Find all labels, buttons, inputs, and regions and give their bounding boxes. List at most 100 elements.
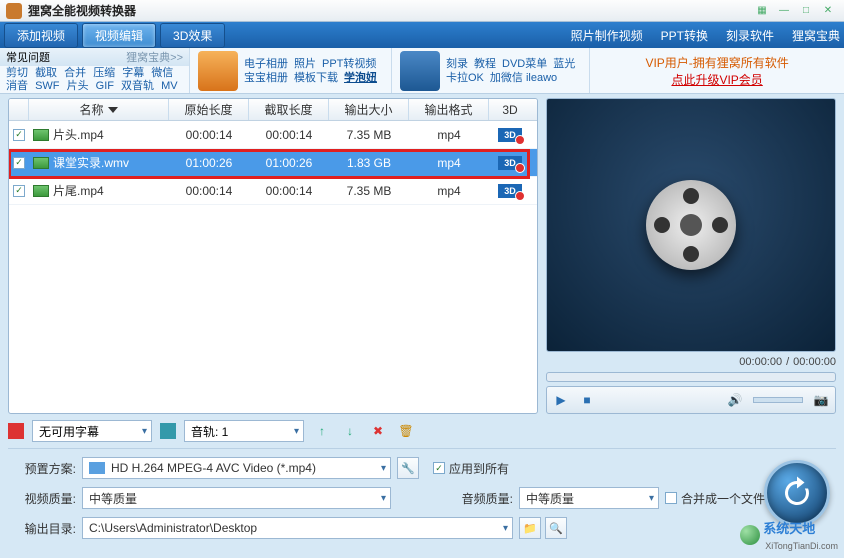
phone-disc-icon [400, 51, 440, 91]
vip-upgrade-link[interactable]: 点此升级VIP会员 [671, 71, 762, 88]
promo-link-bold[interactable]: 学泡妞 [344, 72, 377, 84]
main-tabs: 添加视频 视频编辑 3D效果 照片制作视频 PPT转换 刻录软件 狸窝宝典 [0, 22, 844, 48]
menu-button[interactable]: ▦ [752, 4, 772, 18]
titlebar: 狸窝全能视频转换器 ▦ — □ ✕ [0, 0, 844, 22]
audio-quality-dropdown[interactable]: 中等质量 [519, 487, 659, 509]
total-time: 00:00:00 [793, 356, 836, 368]
faq-item[interactable]: 片头 [67, 80, 89, 92]
tab-add-video[interactable]: 添加视频 [4, 23, 78, 48]
faq-panel: 常见问题 狸窝宝典>> 剪切 截取 合并 压缩 字幕 微信 消音 SWF 片头 … [0, 48, 190, 93]
faq-item[interactable]: 字幕 [122, 67, 144, 79]
clear-button[interactable]: 🗑 [396, 421, 416, 441]
promo-block-burn: 刻录教程 DVD菜单蓝光 卡拉OK 加微信 ileawo [392, 48, 590, 93]
table-row[interactable]: ✓ 课堂实录.wmv 01:00:26 01:00:26 1.83 GB mp4… [9, 149, 537, 177]
promo-link[interactable]: 电子相册 [244, 58, 288, 70]
time-display: 00:00:00 / 00:00:00 [546, 354, 836, 370]
promo-link[interactable]: 卡拉OK [446, 72, 484, 84]
sort-icon [108, 107, 118, 113]
faq-item[interactable]: 微信 [151, 67, 173, 79]
table-row[interactable]: ✓ 片头.mp4 00:00:14 00:00:14 7.35 MB mp4 3… [9, 121, 537, 149]
open-folder-button[interactable]: 🔍 [545, 517, 567, 539]
tab-3d-effect[interactable]: 3D效果 [160, 23, 225, 48]
faq-item[interactable]: MV [161, 80, 178, 92]
current-time: 00:00:00 [739, 356, 782, 368]
faq-item[interactable]: 双音轨 [121, 80, 154, 92]
output-format: mp4 [409, 156, 489, 170]
play-button[interactable]: ▶ [553, 392, 569, 408]
faq-item[interactable]: 消音 [6, 80, 28, 92]
progress-bar[interactable] [546, 372, 836, 382]
faq-item[interactable]: 剪切 [6, 67, 28, 79]
faq-item[interactable]: 截取 [35, 67, 57, 79]
promo-link[interactable]: 宝宝相册 [244, 72, 288, 84]
audiotrack-dropdown[interactable]: 音轨: 1 [184, 420, 304, 442]
preset-dropdown[interactable]: HD H.264 MPEG-4 AVC Video (*.mp4) [82, 457, 391, 479]
promo-link[interactable]: 模板下载 [294, 72, 338, 84]
row-checkbox[interactable]: ✓ [13, 129, 25, 141]
col-3d[interactable]: 3D [489, 99, 531, 120]
faq-item[interactable]: 合并 [64, 67, 86, 79]
table-row[interactable]: ✓ 片尾.mp4 00:00:14 00:00:14 7.35 MB mp4 3… [9, 177, 537, 205]
maximize-button[interactable]: □ [796, 4, 816, 18]
link-burn[interactable]: 刻录软件 [726, 27, 774, 44]
table-header: 名称 原始长度 截取长度 输出大小 输出格式 3D [9, 99, 537, 121]
file-list-panel: 名称 原始长度 截取长度 输出大小 输出格式 3D ✓ 片头.mp4 00:00… [8, 98, 538, 414]
3d-badge[interactable]: 3D [498, 156, 522, 170]
volume-button[interactable]: 🔊 [727, 392, 743, 408]
link-photo-video[interactable]: 照片制作视频 [571, 27, 643, 44]
move-up-button[interactable]: ↑ [312, 421, 332, 441]
promo-link[interactable]: 加微信 ileawo [490, 72, 557, 84]
faq-more-link[interactable]: 狸窝宝典>> [126, 49, 183, 65]
3d-badge[interactable]: 3D [498, 128, 522, 142]
remove-button[interactable]: ✖ [368, 421, 388, 441]
minimize-button[interactable]: — [774, 4, 794, 18]
promo-link[interactable]: 蓝光 [553, 58, 575, 70]
close-button[interactable]: ✕ [818, 4, 838, 18]
link-ppt-convert[interactable]: PPT转换 [661, 27, 708, 44]
video-file-icon [33, 129, 49, 141]
subtitle-dropdown[interactable]: 无可用字幕 [32, 420, 152, 442]
promo-link[interactable]: DVD菜单 [502, 58, 547, 70]
settings-panel: 预置方案: HD H.264 MPEG-4 AVC Video (*.mp4) … [8, 448, 836, 547]
promo-block-album: 电子相册照片 PPT转视频 宝宝相册模板下载学泡妞 [190, 48, 392, 93]
promo-link[interactable]: 教程 [474, 58, 496, 70]
col-size[interactable]: 输出大小 [329, 99, 409, 120]
link-guide[interactable]: 狸窝宝典 [792, 27, 840, 44]
move-down-button[interactable]: ↓ [340, 421, 360, 441]
preset-label: 预置方案: [16, 460, 76, 477]
promo-link[interactable]: PPT转视频 [322, 58, 376, 70]
promo-link[interactable]: 刻录 [446, 58, 468, 70]
promo-link[interactable]: 照片 [294, 58, 316, 70]
stop-button[interactable]: ■ [579, 392, 595, 408]
preview-viewport[interactable] [546, 98, 836, 352]
output-format: mp4 [409, 184, 489, 198]
merge-checkbox[interactable]: ✓ [665, 492, 677, 504]
col-fmt[interactable]: 输出格式 [409, 99, 489, 120]
tab-video-edit[interactable]: 视频编辑 [82, 23, 156, 48]
file-name: 课堂实录.wmv [53, 154, 129, 171]
video-file-icon [33, 185, 49, 197]
col-checkbox[interactable] [9, 99, 29, 120]
output-dir-field[interactable]: C:\Users\Administrator\Desktop [82, 517, 513, 539]
vip-text: VIP用户-拥有狸窝所有软件 [645, 54, 788, 71]
app-title: 狸窝全能视频转换器 [28, 2, 750, 19]
faq-item[interactable]: 压缩 [93, 67, 115, 79]
apply-all-checkbox[interactable]: ✓ [433, 462, 445, 474]
faq-item[interactable]: GIF [96, 80, 114, 92]
volume-slider[interactable] [753, 397, 803, 403]
snapshot-button[interactable]: 📷 [813, 392, 829, 408]
browse-folder-button[interactable]: 📁 [519, 517, 541, 539]
preset-settings-button[interactable]: 🔧 [397, 457, 419, 479]
video-quality-dropdown[interactable]: 中等质量 [82, 487, 391, 509]
col-clip[interactable]: 截取长度 [249, 99, 329, 120]
row-checkbox[interactable]: ✓ [13, 185, 25, 197]
convert-button[interactable] [764, 460, 830, 526]
3d-badge[interactable]: 3D [498, 184, 522, 198]
output-size: 7.35 MB [329, 128, 409, 142]
col-orig[interactable]: 原始长度 [169, 99, 249, 120]
faq-item[interactable]: SWF [35, 80, 59, 92]
watermark-url: XiTongTianDi.com [765, 541, 838, 551]
orig-duration: 00:00:14 [169, 184, 249, 198]
row-checkbox[interactable]: ✓ [13, 157, 25, 169]
col-name[interactable]: 名称 [29, 99, 169, 120]
